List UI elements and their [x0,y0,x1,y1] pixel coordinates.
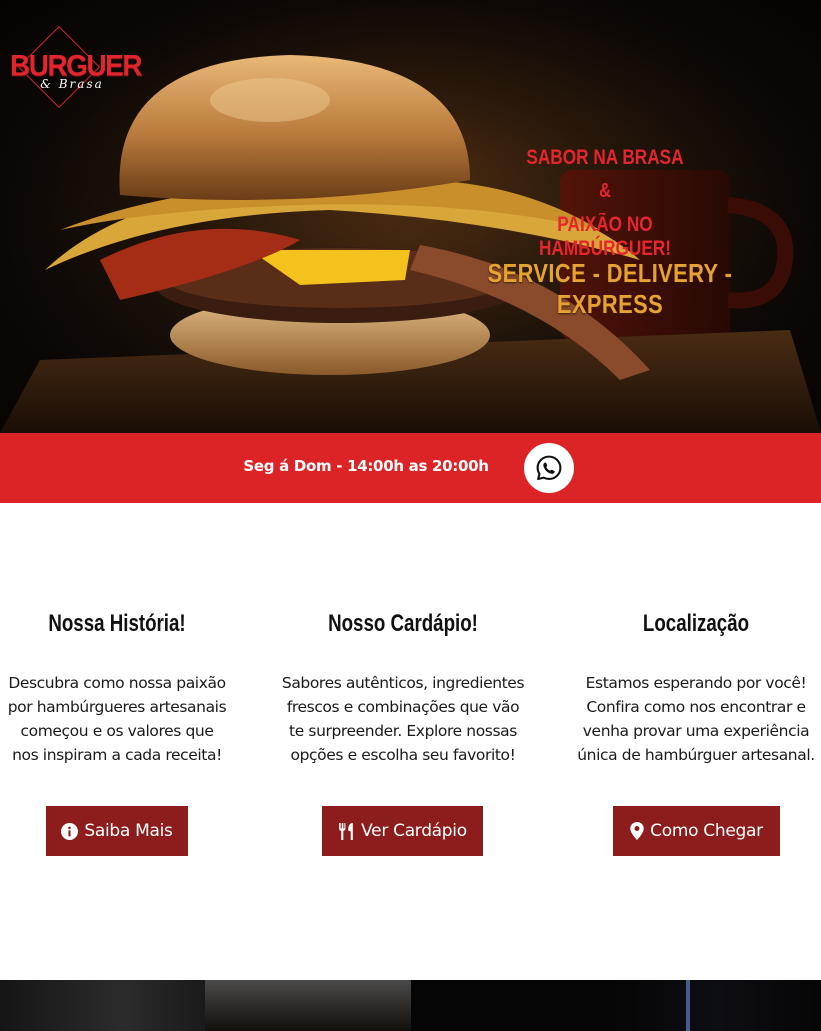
card-title: Nosso Cardápio! [328,610,478,637]
tagline-line-1: Sabor na brasa [526,146,684,169]
utensils-icon [339,822,353,840]
card-menu: Nosso Cardápio! Sabores autênticos, ingr… [278,607,528,767]
hours-bar: Seg á Dom - 14:00h as 20:00h [0,433,821,503]
hero-banner: BURGUER & Brasa Sabor na brasa & Paixão … [0,0,821,433]
map-pin-icon [630,822,644,840]
button-label: Saiba Mais [84,821,173,841]
button-label: Ver Cardápio [361,821,467,841]
gallery-image [0,980,205,1031]
card-location: Localização Estamos esperando por você! … [570,607,821,767]
logo-script: & Brasa [40,77,104,91]
brand-logo[interactable]: BURGUER & Brasa [10,25,143,112]
card-description: Descubra como nossa paixão por hambúrgue… [7,674,227,764]
view-menu-button[interactable]: Ver Cardápio [322,806,483,856]
tagline-line-3: Paixão no hambúrguer! [538,213,672,260]
gallery-strip [0,980,821,1031]
card-title: Localização [642,610,750,637]
info-icon [61,822,79,840]
card-our-story: Nossa História! Descubra como nossa paix… [6,607,228,767]
directions-button[interactable]: Como Chegar [613,806,780,856]
tagline-ampersand: & [599,180,611,202]
card-description: Sabores autênticos, ingredientes frescos… [281,674,525,764]
learn-more-button[interactable]: Saiba Mais [46,806,188,856]
card-description: Estamos esperando por você! Confira como… [577,674,815,764]
services-heading: SERVICE - DELIVERY - EXPRESS [487,258,733,319]
opening-hours: Seg á Dom - 14:00h as 20:00h [243,457,489,475]
gallery-image [411,980,616,1031]
whatsapp-button[interactable] [524,443,574,493]
whatsapp-icon [536,455,562,481]
button-label: Como Chegar [650,821,763,841]
gallery-image [616,980,821,1031]
gallery-image [205,980,411,1031]
card-title: Nossa História! [48,610,186,637]
